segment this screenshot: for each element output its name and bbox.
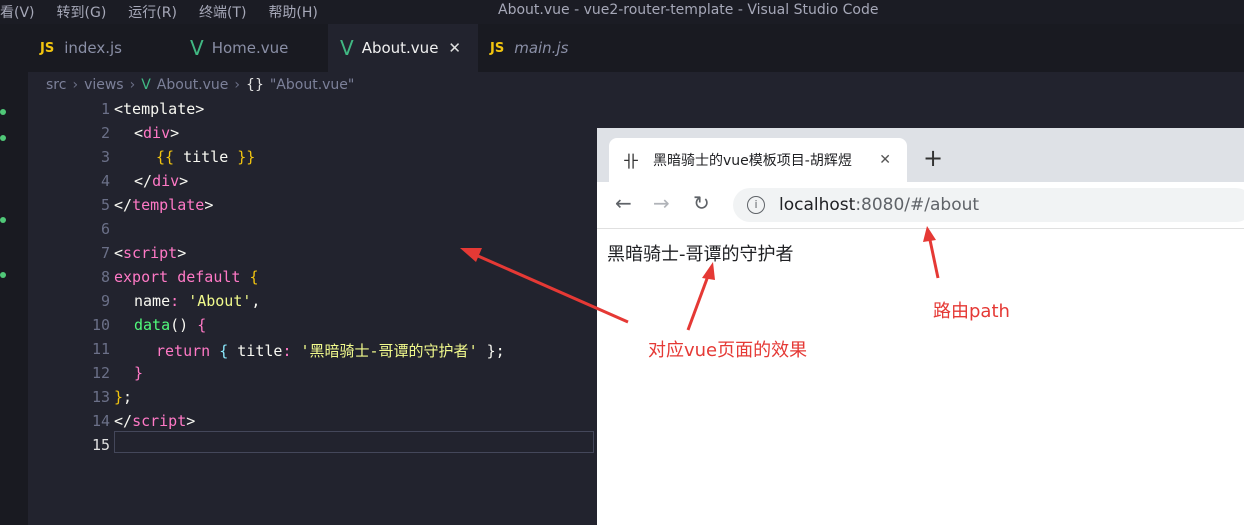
arrowhead-icon (702, 262, 715, 280)
vue-effect-annotation: 对应vue页面的效果 (648, 340, 808, 361)
arrowhead-icon (923, 226, 936, 242)
annotation-arrow (686, 275, 710, 331)
route-path-annotation: 路由path (933, 301, 1010, 322)
arrowhead-icon (460, 248, 482, 262)
annotation-arrow (477, 254, 629, 324)
annotation-arrows (460, 226, 940, 331)
annotation-arrow (928, 239, 940, 279)
